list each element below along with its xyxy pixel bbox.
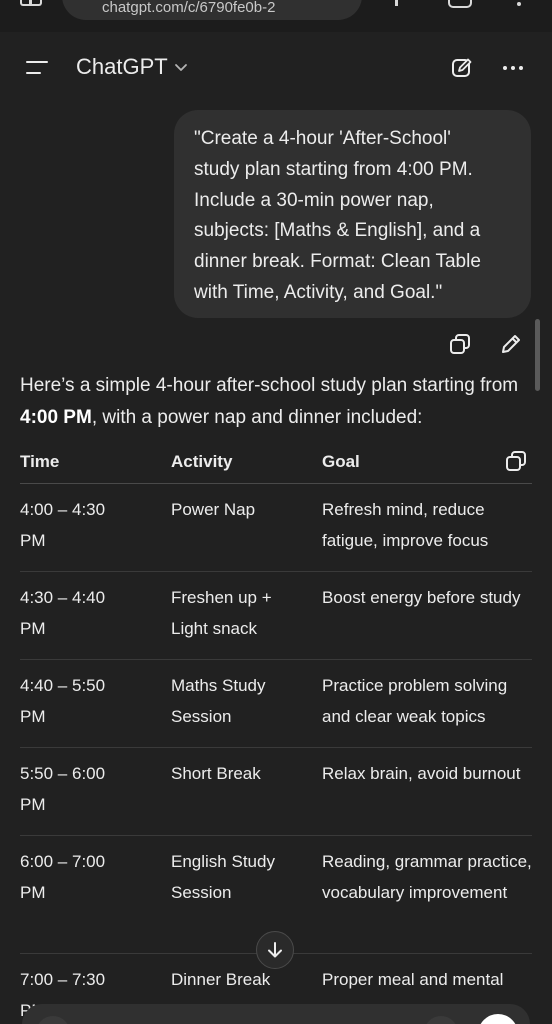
cell-goal: Practice problem solving and clear weak …: [322, 676, 508, 726]
user-message-line: subjects: [Maths & English], and a: [194, 220, 481, 242]
header-time: Time: [20, 452, 60, 471]
user-message-bubble: "Create a 4-hour 'After-School' study pl…: [174, 110, 531, 318]
cell-activity: Freshen up + Light snack: [171, 588, 272, 638]
cell-goal: Proper meal and mental: [322, 970, 504, 989]
table-row: 4:00 – 4:30 PM Power Nap Refresh mind, r…: [20, 484, 532, 572]
url-text: chatgpt.com/c/6790fe0b-2: [102, 0, 276, 16]
user-message-line: "Create a 4-hour 'After-School': [194, 128, 451, 149]
cell-goal: Relax brain, avoid burnout: [322, 764, 521, 783]
conversation[interactable]: "Create a 4-hour 'After-School' study pl…: [0, 104, 552, 1024]
copy-icon[interactable]: [448, 332, 472, 356]
user-message-line: dinner break. Format: Clean Table: [194, 251, 481, 273]
cell-activity: Dinner Break: [171, 970, 271, 989]
cell-activity: Power Nap: [171, 500, 256, 519]
cell-time: 4:40 – 5:50 PM: [20, 676, 106, 726]
chatgpt-app: chatgpt.com/c/6790fe0b-2 ChatGPT "Create…: [0, 0, 552, 1024]
user-message-line: study plan starting from 4:00 PM.: [194, 158, 473, 180]
table-row: 4:30 – 4:40 PM Freshen up + Light snack …: [20, 572, 532, 660]
user-message-line: Include a 30-min power nap,: [194, 189, 434, 211]
tab-switcher-icon[interactable]: [20, 0, 42, 6]
voice-mode-button[interactable]: [478, 1014, 518, 1024]
new-tab-icon[interactable]: [395, 0, 398, 6]
mic-button[interactable]: [424, 1016, 458, 1024]
message-composer[interactable]: [22, 1004, 530, 1024]
header-goal: Goal: [322, 452, 360, 471]
table-row: 4:40 – 5:50 PM Maths Study Session Pract…: [20, 660, 532, 748]
cell-time: 4:00 – 4:30 PM: [20, 500, 106, 550]
header-activity: Activity: [171, 452, 233, 471]
model-selector[interactable]: ChatGPT: [76, 54, 188, 80]
copy-table-icon[interactable]: [504, 449, 528, 473]
app-header: ChatGPT: [0, 32, 552, 104]
scroll-down-button[interactable]: [256, 931, 294, 969]
attach-button[interactable]: [36, 1016, 70, 1024]
app-title: ChatGPT: [76, 54, 168, 79]
cell-time: 5:50 – 6:00 PM: [20, 764, 106, 814]
assistant-intro: Here’s a simple 4-hour after-school stud…: [20, 375, 519, 428]
browser-toolbar: chatgpt.com/c/6790fe0b-2: [0, 0, 552, 32]
tab-count-icon[interactable]: [448, 0, 472, 8]
user-message-line: with Time, Activity, and Goal.": [194, 281, 443, 303]
more-icon[interactable]: [501, 56, 525, 80]
cell-goal: Boost energy before study: [322, 588, 521, 607]
cell-activity: Short Break: [171, 764, 261, 783]
chevron-down-icon: [174, 64, 187, 71]
cell-activity: English Study Session: [171, 852, 275, 902]
address-bar[interactable]: chatgpt.com/c/6790fe0b-2: [62, 0, 362, 20]
cell-activity: Maths Study Session: [171, 676, 266, 726]
arrow-down-icon: [268, 942, 282, 958]
table-row: 5:50 – 6:00 PM Short Break Relax brain, …: [20, 748, 532, 836]
menu-icon[interactable]: [26, 59, 50, 77]
new-chat-icon[interactable]: [450, 56, 474, 80]
cell-time: 4:30 – 4:40 PM: [20, 588, 106, 638]
cell-goal: Reading, grammar practice, vocabulary im…: [322, 852, 532, 902]
cell-time: 6:00 – 7:00 PM: [20, 852, 106, 902]
browser-menu-icon[interactable]: [517, 2, 521, 6]
cell-goal: Refresh mind, reduce fatigue, improve fo…: [322, 500, 489, 550]
table-header: Time Activity Goal: [20, 444, 532, 484]
intro-time: 4:00 PM: [20, 407, 92, 428]
edit-icon[interactable]: [499, 332, 523, 356]
